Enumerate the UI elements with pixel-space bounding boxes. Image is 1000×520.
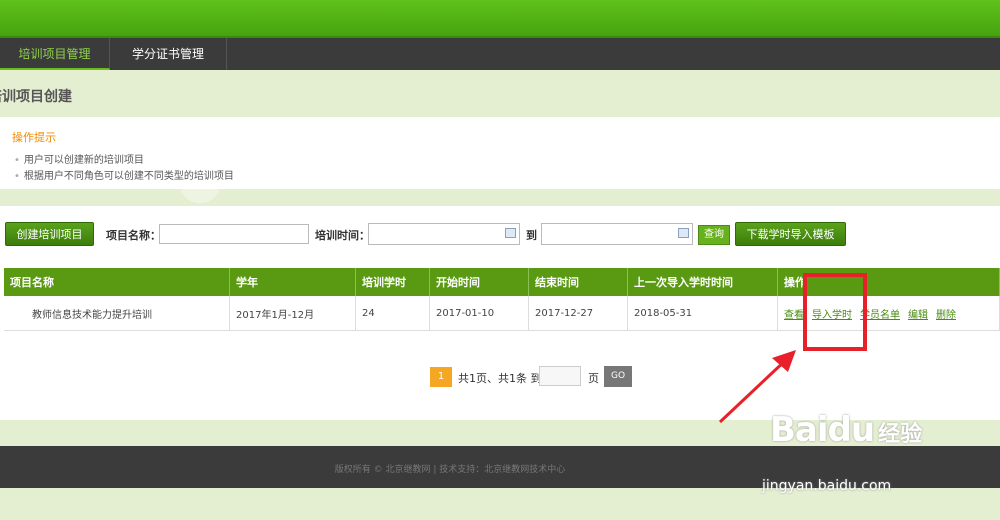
col-header-name: 项目名称	[4, 268, 230, 296]
pager-summary: 共1页、共1条 到	[458, 372, 542, 385]
tab-training-project[interactable]: 培训项目管理	[0, 38, 110, 70]
end-date-input[interactable]	[541, 223, 693, 245]
tips-panel: 操作提示 用户可以创建新的培训项目 根据用户不同角色可以创建不同类型的培训项目	[0, 117, 1000, 189]
view-link[interactable]: 查看	[784, 310, 804, 321]
watermark-url: jingyan.baidu.com	[762, 478, 892, 494]
delete-link[interactable]: 删除	[936, 310, 956, 321]
pager-jump-input[interactable]	[539, 366, 581, 386]
highlight-box	[803, 273, 867, 351]
main-nav: 培训项目管理 学分证书管理	[0, 38, 1000, 70]
cell-project-name: 教师信息技术能力提升培训	[4, 296, 230, 331]
cell-hours: 24	[355, 296, 430, 331]
cell-last-import: 2018-05-31	[627, 296, 778, 331]
tips-title: 操作提示	[12, 131, 56, 144]
cell-year: 2017年1月-12月	[229, 296, 356, 331]
watermark-brand: Baidu	[770, 410, 875, 450]
col-header-start: 开始时间	[429, 268, 529, 296]
start-date-input[interactable]	[368, 223, 520, 245]
edit-link[interactable]: 编辑	[908, 310, 928, 321]
create-project-button[interactable]: 创建培训项目	[5, 222, 94, 246]
project-name-label: 项目名称：	[106, 229, 161, 242]
tips-item: 根据用户不同角色可以创建不同类型的培训项目	[14, 167, 234, 182]
cell-start: 2017-01-10	[429, 296, 529, 331]
top-banner	[0, 0, 1000, 38]
baidu-watermark: Baidu 经验	[770, 410, 922, 450]
pager-unit: 页	[588, 372, 599, 385]
footer-copyright: 版权所有 © 北京继教网 | 技术支持：北京继教网技术中心	[334, 465, 566, 475]
calendar-icon[interactable]	[678, 228, 689, 238]
tips-item: 用户可以创建新的培训项目	[14, 151, 144, 166]
page-title: 培训项目创建	[0, 89, 72, 105]
query-button[interactable]: 查询	[698, 225, 730, 245]
col-header-year: 学年	[229, 268, 356, 296]
watermark-jingyan: 经验	[878, 422, 923, 447]
cell-end: 2017-12-27	[528, 296, 628, 331]
download-template-button[interactable]: 下载学时导入模板	[735, 222, 846, 246]
col-header-end: 结束时间	[528, 268, 628, 296]
col-header-last-import: 上一次导入学时时间	[627, 268, 778, 296]
project-name-input[interactable]	[159, 224, 309, 244]
col-header-hours: 培训学时	[355, 268, 430, 296]
training-time-label: 培训时间：	[315, 229, 370, 242]
to-label: 到	[526, 229, 537, 242]
calendar-icon[interactable]	[505, 228, 516, 238]
pager-current-page[interactable]: 1	[430, 367, 452, 387]
tab-credit-certificate[interactable]: 学分证书管理	[110, 38, 227, 70]
pager-go-button[interactable]: GO	[604, 366, 632, 387]
